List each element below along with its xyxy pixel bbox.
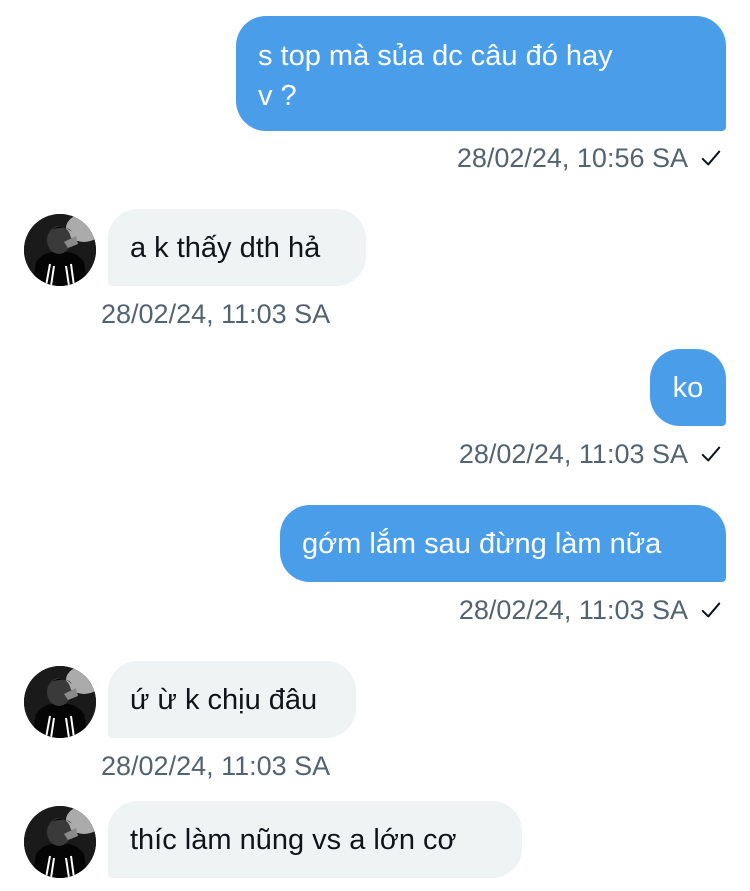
outgoing-message-bubble[interactable]: ko bbox=[650, 349, 726, 426]
avatar-image bbox=[24, 666, 96, 738]
checkmark-icon bbox=[701, 446, 721, 462]
message-meta: 28/02/24, 11:03 SA bbox=[459, 438, 722, 470]
message-timestamp: 28/02/24, 11:03 SA bbox=[101, 751, 331, 781]
message-meta: 28/02/24, 10:56 SA bbox=[457, 142, 722, 174]
message-text: s top mà sủa dc câu đó hay v ? bbox=[258, 40, 613, 112]
outgoing-message-bubble[interactable]: s top mà sủa dc câu đó hay v ? bbox=[236, 16, 726, 131]
checkmark-icon bbox=[701, 602, 721, 618]
message-timestamp: 28/02/24, 11:03 SA bbox=[101, 299, 331, 329]
incoming-message-bubble[interactable]: ứ ừ k chịu đâu bbox=[108, 661, 356, 738]
message-text: gớm lắm sau đừng làm nữa bbox=[302, 528, 662, 560]
message-timestamp: 28/02/24, 10:56 SA bbox=[456, 143, 688, 173]
checkmark-icon bbox=[701, 150, 721, 166]
outgoing-message-bubble[interactable]: gớm lắm sau đừng làm nữa bbox=[280, 505, 726, 582]
message-text: a k thấy dth hả bbox=[130, 232, 321, 264]
avatar-image bbox=[24, 806, 96, 878]
avatar[interactable] bbox=[24, 666, 96, 738]
message-text: ko bbox=[672, 372, 704, 404]
incoming-message-bubble[interactable]: thíc làm nũng vs a lớn cơ bbox=[108, 801, 522, 878]
message-text: ứ ừ k chịu đâu bbox=[130, 684, 318, 716]
message-text: thíc làm nũng vs a lớn cơ bbox=[130, 824, 457, 856]
message-meta: 28/02/24, 11:03 SA bbox=[459, 594, 722, 626]
avatar[interactable] bbox=[24, 806, 96, 878]
incoming-message-bubble[interactable]: a k thấy dth hả bbox=[108, 209, 366, 286]
avatar[interactable] bbox=[24, 214, 96, 286]
avatar-image bbox=[24, 214, 96, 286]
message-timestamp: 28/02/24, 11:03 SA bbox=[458, 595, 688, 625]
message-timestamp: 28/02/24, 11:03 SA bbox=[458, 439, 688, 469]
